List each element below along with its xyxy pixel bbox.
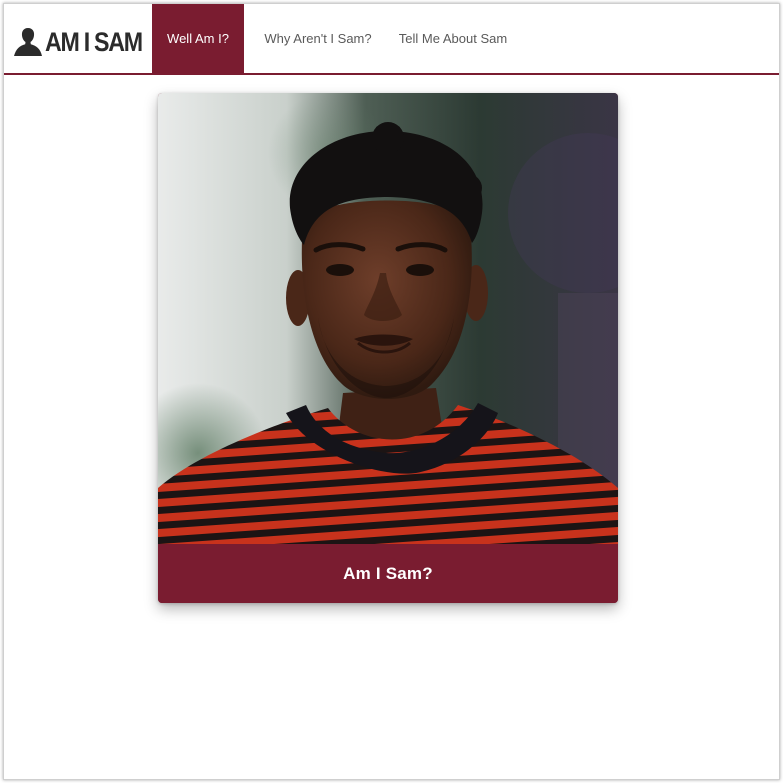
- nav-item-label: Well Am I?: [167, 31, 229, 46]
- nav-item-why-arent-i-sam[interactable]: Why Aren't I Sam?: [248, 4, 388, 73]
- profile-card: Am I Sam?: [158, 93, 618, 603]
- top-navbar: AM I SAM Well Am I? Why Aren't I Sam? Te…: [4, 4, 779, 75]
- portrait-illustration: [158, 93, 618, 544]
- logo-wordmark: AM I SAM: [45, 27, 143, 57]
- am-i-sam-button[interactable]: Am I Sam?: [158, 544, 618, 603]
- nav-item-tell-me-about-sam[interactable]: Tell Me About Sam: [388, 4, 518, 73]
- app-window: AM I SAM Well Am I? Why Aren't I Sam? Te…: [3, 3, 780, 780]
- nav-item-well-am-i[interactable]: Well Am I?: [152, 4, 244, 73]
- brand-logo[interactable]: AM I SAM: [13, 24, 158, 56]
- nav-item-label: Why Aren't I Sam?: [264, 31, 372, 46]
- portrait-photo: [158, 93, 618, 544]
- nav-item-label: Tell Me About Sam: [398, 31, 508, 46]
- person-silhouette-icon: [14, 28, 42, 56]
